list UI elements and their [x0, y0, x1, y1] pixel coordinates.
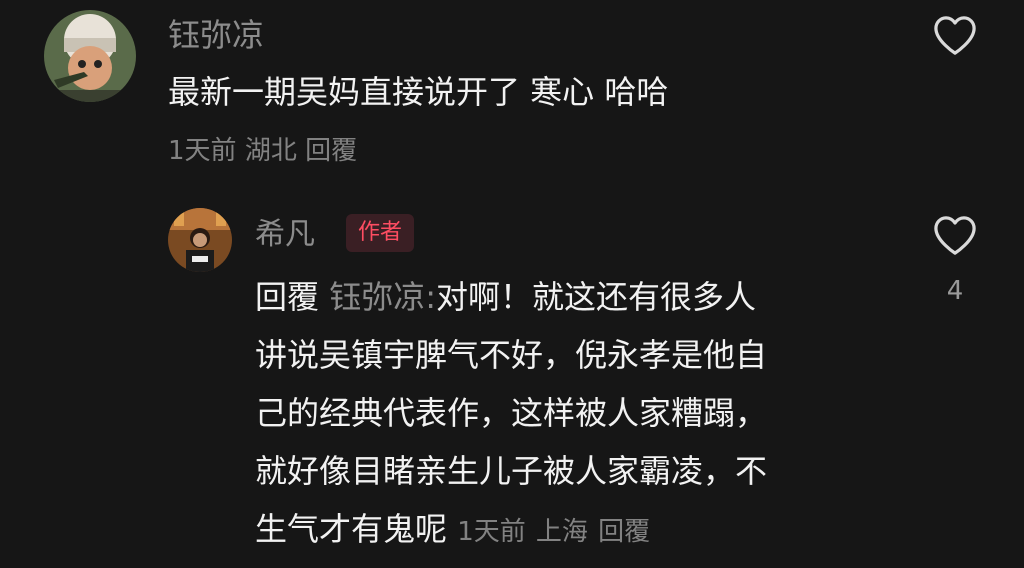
reply-text-line: 己的经典代表作，这样被人家糟蹋，: [255, 394, 768, 432]
heart-outline-icon: [934, 16, 976, 55]
reply-reply-button[interactable]: 回覆: [598, 517, 650, 547]
reply-time: 1天前: [457, 517, 526, 547]
reply-text-line: 生气才有鬼呢: [255, 510, 448, 548]
comment-like-button[interactable]: [932, 14, 978, 56]
reply-last-line: 生气才有鬼呢 1天前 上海 回覆: [255, 500, 895, 561]
comment-meta: 1天前 湖北 回覆: [168, 133, 357, 169]
reply-location: 上海: [535, 517, 588, 547]
comment-location: 湖北: [244, 136, 297, 166]
commenter-username[interactable]: 钰弥凉: [168, 14, 264, 56]
comment-time: 1天前: [168, 136, 237, 166]
reply-like-count: 4: [946, 276, 964, 306]
reply-text-line: 就好像目睹亲生儿子被人家霸凌，不: [255, 452, 768, 490]
replier-username[interactable]: 希凡: [255, 215, 315, 255]
comment-reply-button[interactable]: 回覆: [305, 136, 357, 166]
reply-line-1: 回覆 钰弥凉:对啊！就这还有很多人: [255, 268, 895, 326]
reply-like-button[interactable]: [932, 214, 978, 256]
author-badge: 作者: [346, 214, 415, 252]
reply-text-line: 对啊！就这还有很多人: [435, 278, 756, 316]
reply-text: 回覆 钰弥凉:对啊！就这还有很多人 讲说吴镇宇脾气不好，倪永孝是他自 己的经典代…: [255, 268, 895, 561]
reply-to-username[interactable]: 钰弥凉:: [329, 278, 436, 316]
comment-text: 最新一期吴妈直接说开了 寒心 哈哈: [168, 73, 669, 111]
avatar-commenter[interactable]: [44, 10, 136, 102]
reply-text-line: 讲说吴镇宇脾气不好，倪永孝是他自: [255, 336, 768, 374]
reply-prefix: 回覆: [255, 278, 320, 316]
heart-outline-icon: [934, 216, 976, 255]
avatar-replier[interactable]: [168, 208, 232, 272]
